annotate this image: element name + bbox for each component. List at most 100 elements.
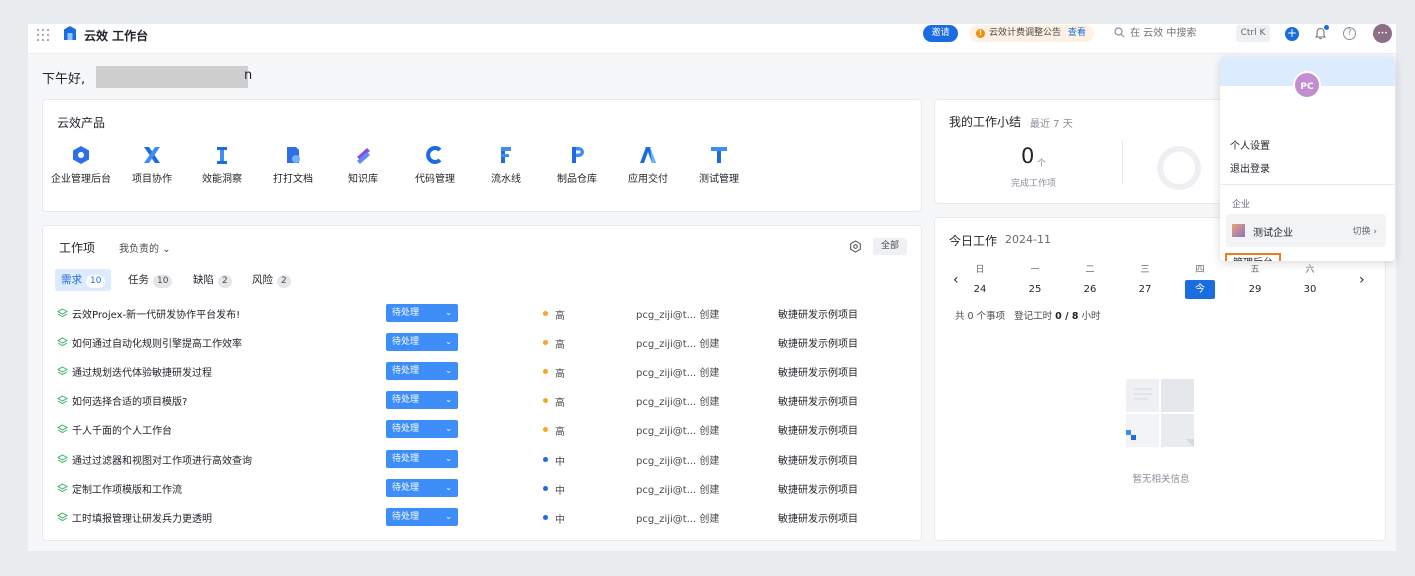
app-title[interactable]: 云效 工作台 (84, 27, 148, 44)
next-week-icon[interactable]: › (1359, 272, 1365, 288)
work-item-title[interactable]: 如何选择合适的项目模版? (72, 393, 187, 408)
product-test[interactable]: 测试管理 (684, 144, 754, 185)
status-dropdown[interactable]: 待处理 ⌄ (386, 304, 458, 322)
table-row[interactable]: 如何通过自动化规则引擎提高工作效率 待处理 ⌄ 高 pcg_ziji@t... 创建 敏捷… (43, 329, 921, 358)
work-item-title[interactable]: 千人千面的个人工作台 (72, 422, 172, 437)
product-pipeline[interactable]: 流水线 (471, 144, 541, 185)
package-icon (572, 147, 584, 163)
app-grid-icon[interactable] (37, 29, 49, 41)
table-row[interactable]: 千人千面的个人工作台 待处理 ⌄ 高 pcg_ziji@t... 创建 敏捷研发示例项目 (43, 416, 921, 445)
status-dropdown[interactable]: 待处理 ⌄ (386, 507, 458, 526)
tab-defects[interactable]: 缺陷 2 (187, 269, 238, 291)
product-app-delivery[interactable]: 应用交付 (613, 144, 683, 185)
status-dropdown[interactable]: 待处理 ⌄ (386, 333, 458, 352)
tab-risks[interactable]: 风险 2 (246, 269, 297, 291)
settings-icon[interactable] (849, 240, 862, 253)
date-cell[interactable]: 24 (965, 280, 995, 299)
notification-bell-icon[interactable] (1314, 25, 1329, 40)
table-row[interactable]: 定制工作项模版和工作流 待处理 ⌄ 中 pcg_ziji@t... 创建 敏捷研发示例项目 (43, 475, 921, 504)
tab-tasks[interactable]: 任务 10 (122, 269, 178, 291)
admin-console-item[interactable]: 管理后台 (1225, 253, 1281, 261)
date-cell[interactable]: 30 (1295, 280, 1325, 299)
status-dropdown[interactable]: 待处理 ⌄ (386, 478, 458, 497)
priority-label: 高 (555, 311, 565, 322)
product-code[interactable]: 代码管理 (400, 144, 470, 185)
table-row[interactable]: 通过规划迭代体验敏捷研发过程 待处理 ⌄ 高 pcg_ziji@t... 创建 敏捷研发示… (43, 358, 921, 387)
global-search-input[interactable] (1130, 25, 1240, 42)
announcement-view-link[interactable]: 查看 (1068, 28, 1086, 38)
project-link[interactable]: 敏捷研发示例项目 (778, 422, 858, 437)
tab-count: 2 (277, 275, 291, 288)
product-docs[interactable]: 打打文档 (258, 144, 328, 185)
chevron-down-icon: ⌄ (445, 308, 452, 317)
product-insight[interactable]: 效能洞察 (187, 144, 257, 185)
requirement-icon (57, 453, 68, 463)
today-date-button[interactable]: 今 (1185, 280, 1215, 299)
warning-icon: ! (976, 29, 985, 38)
status-label: 待处理 (392, 395, 420, 406)
product-label: 项目协作 (132, 174, 172, 185)
project-link[interactable]: 敏捷研发示例项目 (778, 510, 858, 525)
user-avatar[interactable]: ••• (1373, 24, 1392, 43)
view-all-button[interactable]: 全部 (873, 238, 907, 255)
tab-label: 任务 (128, 274, 149, 286)
project-link[interactable]: 敏捷研发示例项目 (778, 306, 858, 321)
table-row[interactable]: 如何选择合适的项目模版? 待处理 ⌄ 高 pcg_ziji@t... 创建 敏捷研发示例项… (43, 387, 921, 416)
work-item-title[interactable]: 通过规划迭代体验敏捷研发过程 (72, 364, 212, 379)
switch-organization-link[interactable]: 切换 › (1353, 224, 1377, 237)
date-cell[interactable]: 27 (1130, 280, 1160, 299)
date-cell[interactable]: 26 (1075, 280, 1105, 299)
tab-count: 2 (218, 275, 232, 288)
status-dropdown[interactable]: 待处理 ⌄ (386, 449, 458, 468)
project-link[interactable]: 敏捷研发示例项目 (778, 364, 858, 379)
work-item-title[interactable]: 云效Projex-新一代研发协作平台发布! (72, 306, 240, 321)
greeting-text: 下午好, (42, 72, 86, 87)
work-item-title[interactable]: 如何通过自动化规则引擎提高工作效率 (72, 335, 242, 350)
work-item-title[interactable]: 工时填报管理让研发兵力更透明 (72, 510, 212, 525)
personal-settings-item[interactable]: 个人设置 (1230, 137, 1270, 152)
events-summary: 共 0 个事项 登记工时 0 / 8 小时 (955, 308, 1101, 322)
priority-label: 中 (555, 456, 565, 468)
help-icon[interactable]: ? (1343, 27, 1356, 40)
work-item-title[interactable]: 定制工作项模版和工作流 (72, 481, 182, 496)
project-link[interactable]: 敏捷研发示例项目 (778, 452, 858, 467)
status-dropdown[interactable]: 待处理 ⌄ (386, 420, 458, 439)
date-cell[interactable]: 25 (1020, 280, 1050, 299)
project-collab-icon (144, 147, 160, 163)
status-dropdown[interactable]: 待处理 ⌄ (386, 362, 458, 381)
product-package[interactable]: 制品仓库 (542, 144, 612, 185)
creator-label: pcg_ziji@t... 创建 (636, 397, 720, 409)
product-enterprise-admin[interactable]: 企业管理后台 (46, 144, 116, 185)
prev-week-icon[interactable]: ‹ (953, 272, 959, 288)
calendar-month: 2024-11 (1005, 233, 1051, 246)
logout-item[interactable]: 退出登录 (1230, 160, 1270, 175)
table-row[interactable]: 工时填报管理让研发兵力更透明 待处理 ⌄ 中 pcg_ziji@t... 创建 敏捷研发示… (43, 504, 921, 533)
table-row[interactable]: 云效Projex-新一代研发协作平台发布! 待处理 ⌄ 高 pcg_ziji@t... … (43, 300, 921, 329)
table-row[interactable]: 通过过滤器和视图对工作项进行高效查询 待处理 ⌄ 中 pcg_ziji@t... 创建 敏… (43, 446, 921, 475)
status-label: 待处理 (392, 482, 420, 493)
project-link[interactable]: 敏捷研发示例项目 (778, 481, 858, 496)
priority-label: 高 (555, 369, 565, 381)
weekday-label: 日 (975, 265, 985, 275)
owner-filter-dropdown[interactable]: 我负责的 ⌄ (119, 240, 171, 255)
product-project-collab[interactable]: 项目协作 (117, 144, 187, 185)
tab-requirements[interactable]: 需求 10 (55, 269, 112, 291)
priority-label: 高 (555, 398, 565, 410)
date-cell[interactable]: 29 (1240, 280, 1270, 299)
work-item-title[interactable]: 通过过滤器和视图对工作项进行高效查询 (72, 452, 252, 467)
yunxiao-logo-icon[interactable] (63, 25, 77, 41)
status-label: 待处理 (392, 308, 420, 318)
project-link[interactable]: 敏捷研发示例项目 (778, 335, 858, 350)
completed-count: 0 (1021, 144, 1035, 168)
create-button[interactable]: + (1285, 27, 1299, 41)
status-label: 待处理 (392, 424, 420, 435)
product-knowledge-base[interactable]: 知识库 (328, 144, 398, 185)
current-organization[interactable]: 测试企业 切换 › (1226, 214, 1386, 247)
announcement-banner[interactable]: ! 云效计费调整公告 查看 (969, 25, 1094, 42)
chevron-down-icon: ⌄ (162, 244, 171, 255)
priority-dot (543, 311, 548, 316)
requirement-icon (57, 395, 68, 405)
invite-button[interactable]: 邀请 (923, 25, 958, 42)
status-dropdown[interactable]: 待处理 ⌄ (386, 391, 458, 410)
project-link[interactable]: 敏捷研发示例项目 (778, 393, 858, 408)
